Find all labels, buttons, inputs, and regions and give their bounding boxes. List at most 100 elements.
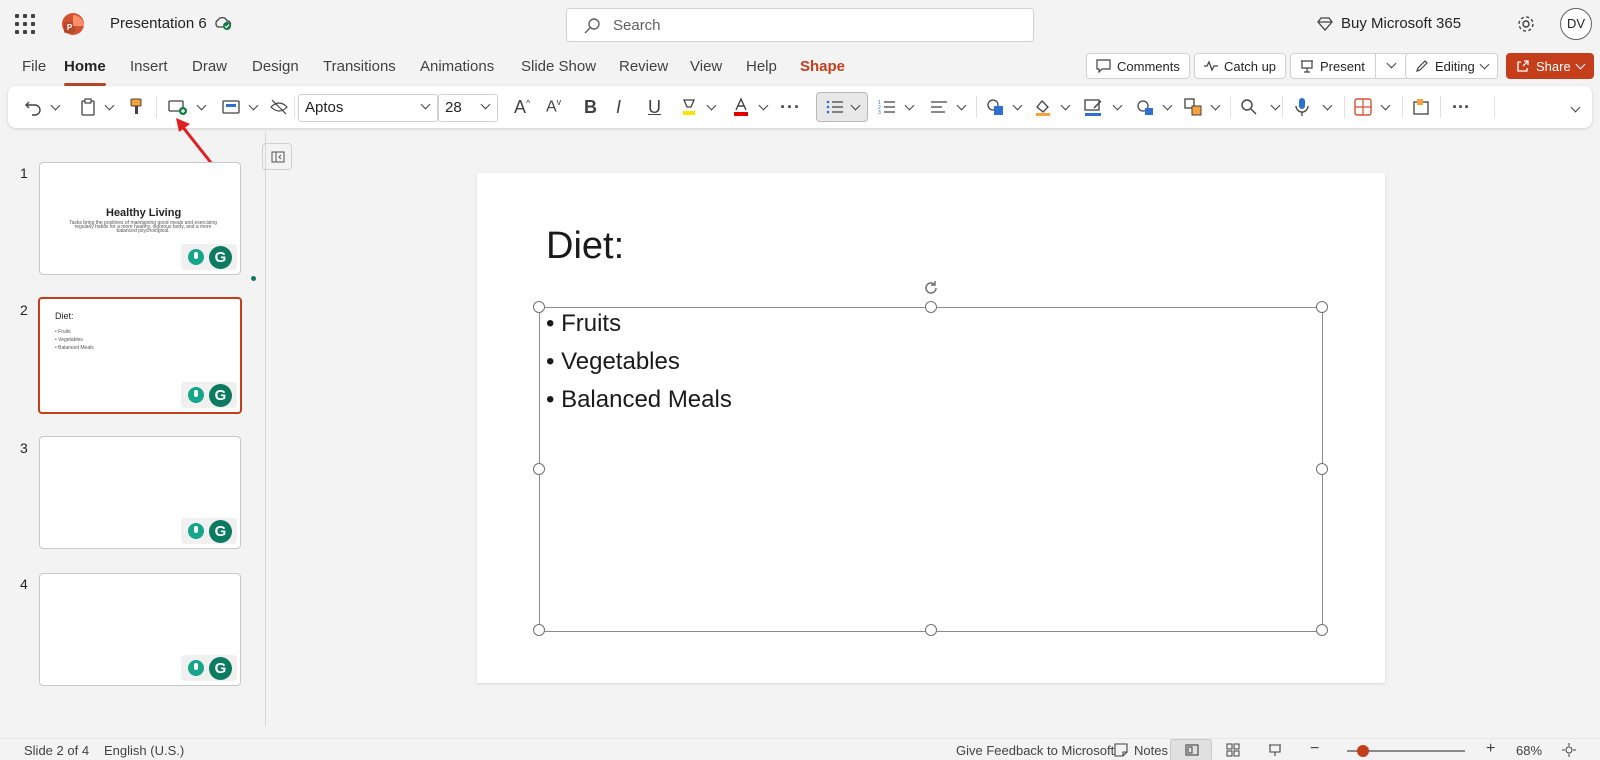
grammarly-icon[interactable]: G <box>209 520 232 543</box>
arrange-chevron-down-icon[interactable] <box>1210 100 1221 110</box>
tab-help[interactable]: Help <box>746 58 777 75</box>
resize-handle-bottom-right[interactable] <box>1316 624 1328 636</box>
italic-button[interactable]: I <box>616 94 621 120</box>
slide-thumbnail-2[interactable]: Diet: • Fruits • Vegetables • Balanced M… <box>38 297 242 414</box>
app-launcher-icon[interactable] <box>15 14 35 34</box>
tab-home[interactable]: Home <box>64 58 106 86</box>
shapes-button[interactable] <box>986 94 1023 120</box>
lightbulb-icon[interactable] <box>188 523 204 539</box>
grammarly-icon[interactable]: G <box>209 384 232 407</box>
shape-fill-chevron-down-icon[interactable] <box>1060 100 1071 110</box>
new-slide-chevron-down-icon[interactable] <box>196 100 207 110</box>
ribbon-expand-button[interactable] <box>1570 96 1581 122</box>
present-button[interactable]: Present <box>1290 53 1410 79</box>
arrange-button[interactable] <box>1184 94 1221 120</box>
resize-handle-bottom[interactable] <box>925 624 937 636</box>
resize-handle-bottom-left[interactable] <box>533 624 545 636</box>
zoom-in-button[interactable]: + <box>1486 740 1495 758</box>
catch-up-button[interactable]: Catch up <box>1194 53 1287 79</box>
shape-effects-button[interactable] <box>1136 94 1173 120</box>
lightbulb-icon[interactable] <box>188 660 204 676</box>
shape-outline-chevron-down-icon[interactable] <box>1112 100 1123 110</box>
underline-button[interactable]: U <box>648 94 661 120</box>
resize-handle-top[interactable] <box>925 301 937 313</box>
tab-animations[interactable]: Animations <box>420 58 494 75</box>
editing-mode-button[interactable]: Editing <box>1405 53 1498 79</box>
collapse-pane-button[interactable] <box>262 143 292 170</box>
designer-button[interactable] <box>1354 94 1391 120</box>
tab-slide-show[interactable]: Slide Show <box>521 58 596 75</box>
shape-fill-button[interactable] <box>1034 94 1071 120</box>
align-chevron-down-icon[interactable] <box>956 100 967 110</box>
font-color-button[interactable] <box>732 94 769 120</box>
dictate-chevron-down-icon[interactable] <box>1322 100 1333 110</box>
slide-thumbnail-3[interactable]: G <box>39 436 241 549</box>
zoom-slider-thumb[interactable] <box>1357 745 1369 757</box>
align-button[interactable] <box>930 94 967 120</box>
grammarly-icon[interactable]: G <box>209 246 232 269</box>
slide-sorter-icon[interactable] <box>1226 743 1240 757</box>
buy-microsoft-365-link[interactable]: Buy Microsoft 365 <box>1317 15 1461 32</box>
more-font-options-button[interactable]: ··· <box>780 94 801 120</box>
slide-thumbnail-4[interactable]: G <box>39 573 241 686</box>
paste-chevron-down-icon[interactable] <box>104 100 115 110</box>
zoom-out-button[interactable]: − <box>1310 740 1319 758</box>
settings-gear-icon[interactable] <box>1516 14 1536 34</box>
normal-view-button[interactable] <box>1170 739 1212 760</box>
undo-chevron-down-icon[interactable] <box>50 100 61 110</box>
slide-title[interactable]: Diet: <box>546 225 624 268</box>
bullets-button[interactable] <box>816 92 868 122</box>
slide-canvas[interactable]: Diet: • Fruits • Vegetables • Balanced M… <box>477 173 1385 683</box>
tab-review[interactable]: Review <box>619 58 668 75</box>
document-title[interactable]: Presentation 6 <box>110 15 207 32</box>
font-size-dropdown[interactable]: 28 <box>438 94 498 122</box>
present-chevron-down-icon[interactable] <box>1386 58 1397 69</box>
share-button[interactable]: Share <box>1506 53 1594 79</box>
language-indicator[interactable]: English (U.S.) <box>104 743 184 758</box>
resize-handle-top-right[interactable] <box>1316 301 1328 313</box>
tab-transitions[interactable]: Transitions <box>323 58 396 75</box>
resize-handle-top-left[interactable] <box>533 301 545 313</box>
tab-view[interactable]: View <box>690 58 722 75</box>
find-chevron-down-icon[interactable] <box>1270 100 1281 110</box>
layout-chevron-down-icon[interactable] <box>248 100 259 110</box>
font-color-chevron-down-icon[interactable] <box>758 100 769 110</box>
tab-draw[interactable]: Draw <box>192 58 227 75</box>
search-box[interactable]: Search <box>566 8 1034 42</box>
lightbulb-icon[interactable] <box>188 249 204 265</box>
more-options-button[interactable]: ··· <box>1452 94 1470 120</box>
rotate-handle-icon[interactable] <box>923 280 939 296</box>
undo-button[interactable] <box>24 94 61 120</box>
slideshow-view-icon[interactable] <box>1268 743 1282 757</box>
bullet-item[interactable]: • Balanced Meals <box>546 386 732 414</box>
content-textbox[interactable]: • Fruits • Vegetables • Balanced Meals <box>533 301 1328 636</box>
tab-insert[interactable]: Insert <box>130 58 168 75</box>
format-painter-button[interactable] <box>128 94 144 120</box>
tab-design[interactable]: Design <box>252 58 299 75</box>
slide-thumbnail-1[interactable]: Healthy Living Tasks bring the positives… <box>39 162 241 275</box>
grow-font-button[interactable]: A^ <box>514 94 530 120</box>
layout-button[interactable] <box>222 94 259 120</box>
find-button[interactable] <box>1240 94 1281 120</box>
bullet-item[interactable]: • Vegetables <box>546 348 680 376</box>
shape-outline-button[interactable] <box>1084 94 1123 120</box>
feedback-link[interactable]: Give Feedback to Microsoft <box>956 743 1114 758</box>
notes-button[interactable]: Notes <box>1134 743 1168 758</box>
resize-handle-left[interactable] <box>533 463 545 475</box>
notes-icon[interactable] <box>1114 743 1128 757</box>
resize-handle-right[interactable] <box>1316 463 1328 475</box>
shrink-font-button[interactable]: Av <box>546 94 561 120</box>
bold-button[interactable]: B <box>584 94 597 120</box>
dictate-button[interactable] <box>1294 94 1333 120</box>
zoom-level[interactable]: 68% <box>1516 743 1542 758</box>
designer-chevron-down-icon[interactable] <box>1380 100 1391 110</box>
numbering-chevron-down-icon[interactable] <box>904 100 915 110</box>
shape-effects-chevron-down-icon[interactable] <box>1162 100 1173 110</box>
grammarly-icon[interactable]: G <box>209 657 232 680</box>
paste-button[interactable] <box>80 94 115 120</box>
hide-slide-button[interactable] <box>270 94 288 120</box>
bullet-item[interactable]: • Fruits <box>546 310 621 338</box>
highlight-button[interactable] <box>680 94 717 120</box>
highlight-chevron-down-icon[interactable] <box>706 100 717 110</box>
fit-to-window-icon[interactable] <box>1562 743 1576 757</box>
